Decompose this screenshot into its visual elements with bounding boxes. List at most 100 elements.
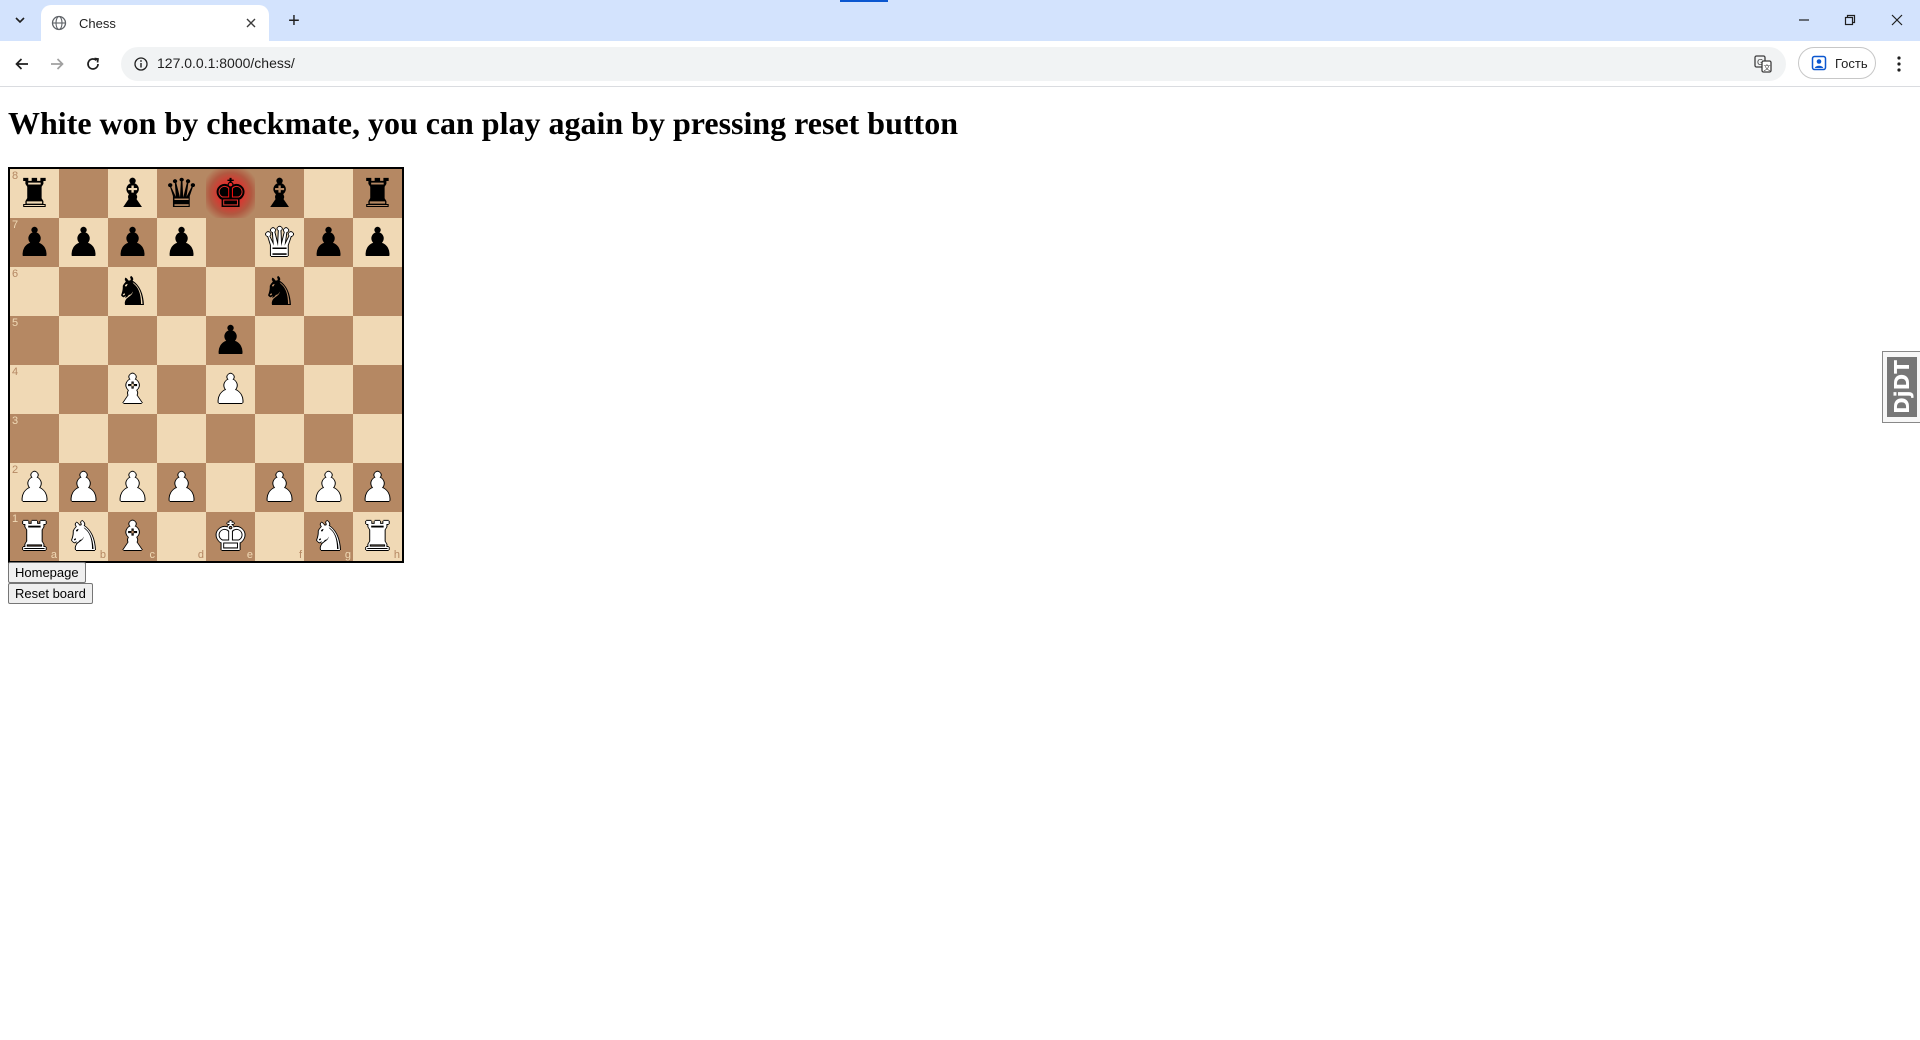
new-tab-button[interactable]: +: [282, 9, 306, 33]
square-d5[interactable]: [157, 316, 206, 365]
square-g6[interactable]: [304, 267, 353, 316]
browser-menu-button[interactable]: [1884, 49, 1914, 79]
square-d3[interactable]: [157, 414, 206, 463]
square-a3[interactable]: 3: [10, 414, 59, 463]
white-pawn-icon[interactable]: ♟: [311, 468, 347, 508]
tab-chess[interactable]: Chess: [41, 5, 269, 41]
white-rook-icon[interactable]: ♜: [17, 517, 53, 557]
square-e6[interactable]: [206, 267, 255, 316]
square-c5[interactable]: [108, 316, 157, 365]
url-text[interactable]: 127.0.0.1:8000/chess/: [157, 55, 295, 71]
square-f6[interactable]: ♞: [255, 267, 304, 316]
square-d4[interactable]: [157, 365, 206, 414]
square-a2[interactable]: 2 ♟: [10, 463, 59, 512]
square-h7[interactable]: ♟: [353, 218, 402, 267]
square-h6[interactable]: [353, 267, 402, 316]
white-pawn-icon[interactable]: ♟: [262, 468, 298, 508]
square-d7[interactable]: ♟: [157, 218, 206, 267]
square-g1[interactable]: g ♞: [304, 512, 353, 561]
reset-board-button[interactable]: Reset board: [8, 583, 93, 604]
square-h8[interactable]: ♜: [353, 169, 402, 218]
square-e1[interactable]: e ♚: [206, 512, 255, 561]
square-c8[interactable]: ♝: [108, 169, 157, 218]
address-bar[interactable]: 127.0.0.1:8000/chess/ G文: [121, 47, 1786, 81]
square-f3[interactable]: [255, 414, 304, 463]
square-a4[interactable]: 4: [10, 365, 59, 414]
black-bishop-icon[interactable]: ♝: [115, 174, 151, 214]
restore-button[interactable]: [1827, 0, 1873, 40]
black-rook-icon[interactable]: ♜: [17, 174, 53, 214]
white-queen-icon[interactable]: ♛: [262, 223, 298, 263]
black-queen-icon[interactable]: ♛: [164, 174, 200, 214]
square-d2[interactable]: ♟: [157, 463, 206, 512]
square-b8[interactable]: [59, 169, 108, 218]
square-b4[interactable]: [59, 365, 108, 414]
white-pawn-icon[interactable]: ♟: [66, 468, 102, 508]
white-pawn-icon[interactable]: ♟: [17, 468, 53, 508]
square-a1[interactable]: 1 a ♜: [10, 512, 59, 561]
square-b5[interactable]: [59, 316, 108, 365]
black-knight-icon[interactable]: ♞: [115, 272, 151, 312]
square-f4[interactable]: [255, 365, 304, 414]
white-bishop-icon[interactable]: ♝: [115, 370, 151, 410]
square-b7[interactable]: ♟: [59, 218, 108, 267]
white-pawn-icon[interactable]: ♟: [360, 468, 396, 508]
black-rook-icon[interactable]: ♜: [360, 174, 396, 214]
square-f2[interactable]: ♟: [255, 463, 304, 512]
square-f1[interactable]: f: [255, 512, 304, 561]
close-window-button[interactable]: [1874, 0, 1920, 40]
tab-search-button[interactable]: [6, 8, 34, 32]
square-e2[interactable]: [206, 463, 255, 512]
translate-icon[interactable]: G文: [1752, 53, 1774, 75]
square-c2[interactable]: ♟: [108, 463, 157, 512]
site-info-icon[interactable]: [129, 52, 153, 76]
square-f7[interactable]: ♛: [255, 218, 304, 267]
debug-toolbar-handle[interactable]: DjDT: [1882, 351, 1920, 423]
square-h3[interactable]: [353, 414, 402, 463]
square-a5[interactable]: 5: [10, 316, 59, 365]
white-pawn-icon[interactable]: ♟: [213, 370, 249, 410]
black-pawn-icon[interactable]: ♟: [311, 223, 347, 263]
back-button[interactable]: [7, 49, 37, 79]
square-g5[interactable]: [304, 316, 353, 365]
square-e7[interactable]: [206, 218, 255, 267]
profile-button[interactable]: Гость: [1798, 47, 1876, 79]
black-king-icon[interactable]: ♚: [213, 174, 249, 214]
square-e5[interactable]: ♟: [206, 316, 255, 365]
square-b2[interactable]: ♟: [59, 463, 108, 512]
square-g7[interactable]: ♟: [304, 218, 353, 267]
square-g8[interactable]: [304, 169, 353, 218]
white-rook-icon[interactable]: ♜: [360, 517, 396, 557]
black-pawn-icon[interactable]: ♟: [115, 223, 151, 263]
square-h4[interactable]: [353, 365, 402, 414]
minimize-button[interactable]: [1781, 0, 1827, 40]
white-pawn-icon[interactable]: ♟: [164, 468, 200, 508]
chess-board[interactable]: 8 ♜ ♝ ♛ ♚ ♝ ♜ 7 ♟ ♟ ♟ ♟ ♛ ♟ ♟ 6 ♞ ♞ 5 ♟ 4 ♝ ♟ 3 2 ♟ ♟ ♟ ♟ ♟ ♟ ♟ 1 a ♜ b ♞ c ♝ d…: [8, 167, 404, 563]
square-g2[interactable]: ♟: [304, 463, 353, 512]
square-d6[interactable]: [157, 267, 206, 316]
square-e8[interactable]: ♚: [206, 169, 255, 218]
square-e4[interactable]: ♟: [206, 365, 255, 414]
square-c4[interactable]: ♝: [108, 365, 157, 414]
black-knight-icon[interactable]: ♞: [262, 272, 298, 312]
black-pawn-icon[interactable]: ♟: [17, 223, 53, 263]
white-king-icon[interactable]: ♚: [213, 517, 249, 557]
reload-button[interactable]: [78, 49, 108, 79]
square-a7[interactable]: 7 ♟: [10, 218, 59, 267]
square-b3[interactable]: [59, 414, 108, 463]
square-f8[interactable]: ♝: [255, 169, 304, 218]
forward-button[interactable]: [42, 49, 72, 79]
white-knight-icon[interactable]: ♞: [66, 517, 102, 557]
black-pawn-icon[interactable]: ♟: [164, 223, 200, 263]
square-h2[interactable]: ♟: [353, 463, 402, 512]
square-c3[interactable]: [108, 414, 157, 463]
close-tab-icon[interactable]: [241, 13, 261, 33]
white-bishop-icon[interactable]: ♝: [115, 517, 151, 557]
black-pawn-icon[interactable]: ♟: [360, 223, 396, 263]
square-c7[interactable]: ♟: [108, 218, 157, 267]
square-h1[interactable]: h ♜: [353, 512, 402, 561]
square-g4[interactable]: [304, 365, 353, 414]
black-pawn-icon[interactable]: ♟: [213, 321, 249, 361]
square-h5[interactable]: [353, 316, 402, 365]
square-c1[interactable]: c ♝: [108, 512, 157, 561]
